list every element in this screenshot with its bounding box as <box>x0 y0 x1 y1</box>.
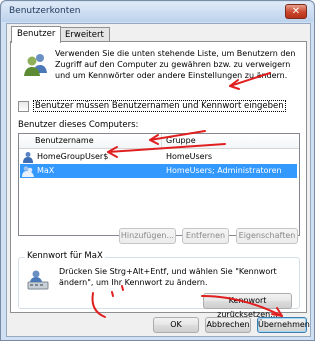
tab-erweitert[interactable]: Erweitert <box>59 27 110 42</box>
column-header-group[interactable]: Gruppe <box>166 136 196 145</box>
keyboard-user-icon <box>27 270 49 290</box>
users-section-label: Benutzer dieses Computers: <box>18 120 139 130</box>
properties-button[interactable]: Eigenschaften <box>236 228 298 244</box>
row-group: HomeUsers <box>166 152 213 161</box>
users-icon <box>24 54 47 76</box>
window-title: Benutzerkonten <box>9 6 81 16</box>
user-list-header: Benutzername Gruppe <box>19 134 299 149</box>
add-user-button[interactable]: Hinzufügen... <box>119 228 176 244</box>
row-username: MaX <box>37 166 55 175</box>
title-bar[interactable]: Benutzerkonten ✕ <box>2 2 313 22</box>
column-divider[interactable] <box>161 134 162 148</box>
cancel-button[interactable]: Abbrechen <box>205 317 251 333</box>
password-info-text: Drücken Sie Strg+Alt+Entf, und wählen Si… <box>59 267 277 287</box>
table-row-selected[interactable]: MaX HomeUsers; Administratoren <box>20 164 297 178</box>
row-username: HomeGroupUser$ <box>37 152 109 161</box>
apply-button[interactable]: Übernehmen <box>257 317 310 333</box>
require-password-label[interactable]: Benutzer müssen Benutzernamen und Kennwo… <box>33 100 286 112</box>
close-button[interactable]: ✕ <box>285 4 307 19</box>
reset-password-button[interactable]: Kennwort zurücksetzen... <box>203 293 292 319</box>
require-password-checkbox[interactable] <box>18 101 29 112</box>
row-group: HomeUsers; Administratoren <box>166 166 282 175</box>
close-icon: ✕ <box>291 6 301 17</box>
user-icon <box>23 152 33 163</box>
dialog-client-area: Benutzer Erweitert Verwenden Sie die unt… <box>6 23 311 337</box>
user-icon <box>22 166 34 177</box>
tab-benutzer[interactable]: Benutzer <box>11 26 62 43</box>
intro-text: Verwenden Sie die unten stehende Liste, … <box>55 49 296 80</box>
user-list[interactable]: Benutzername Gruppe HomeGroupUser$ HomeU… <box>18 133 300 236</box>
table-row[interactable]: HomeGroupUser$ HomeUsers <box>20 150 297 164</box>
user-accounts-window: Benutzerkonten ✕ Benutzer Erweitert Verw… <box>0 0 315 341</box>
password-group-title: Kennwort für MaX <box>25 251 105 261</box>
remove-user-button[interactable]: Entfernen <box>182 228 229 244</box>
column-header-username[interactable]: Benutzername <box>35 136 94 145</box>
ok-button[interactable]: OK <box>153 317 199 333</box>
tab-panel-users: Verwenden Sie die unten stehende Liste, … <box>10 41 307 319</box>
